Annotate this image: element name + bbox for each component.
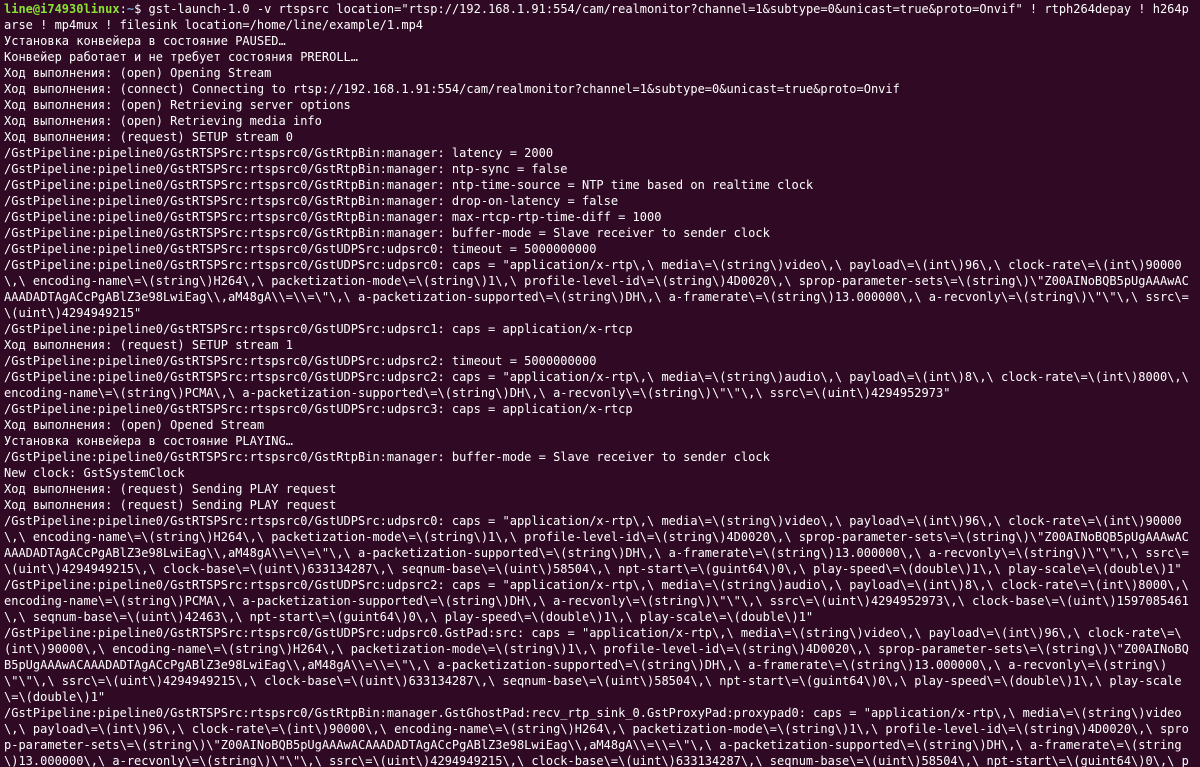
output-lines: Установка конвейера в состояние PAUSED… …: [4, 33, 1196, 767]
terminal-output[interactable]: line@i74930linux:~$ gst-launch-1.0 -v rt…: [0, 0, 1200, 767]
prompt-dollar: $: [134, 2, 148, 16]
prompt-colon: :: [120, 2, 127, 16]
command-text: gst-launch-1.0 -v rtspsrc location="rtsp…: [4, 2, 1189, 32]
prompt-user-host: line@i74930linux: [4, 2, 120, 16]
prompt-path: ~: [127, 2, 134, 16]
